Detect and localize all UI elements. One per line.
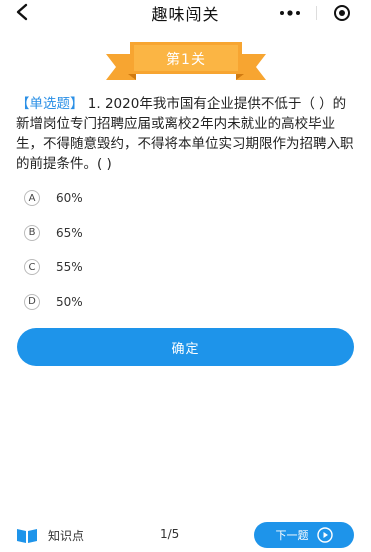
option-text: 65% — [56, 225, 83, 240]
close-program-button[interactable] — [325, 2, 359, 24]
option-a[interactable]: A 60% — [24, 181, 324, 216]
target-circle-icon — [334, 5, 350, 21]
option-list: A 60% B 65% C 55% D 50% — [24, 181, 324, 319]
knowledge-point-button[interactable]: 知识点 — [16, 527, 84, 544]
option-d[interactable]: D 50% — [24, 285, 324, 320]
question-type-tag: 【单选题】 — [16, 96, 84, 112]
capsule-divider — [315, 6, 317, 20]
option-c[interactable]: C 55% — [24, 250, 324, 285]
option-letter: D — [24, 293, 40, 310]
next-question-label: 下一题 — [275, 529, 309, 542]
option-text: 50% — [56, 294, 83, 309]
question-text: 【单选题】 1. 2020年我市国有企业提供不低于（ ）的新增岗位专门招聘应届或… — [16, 94, 356, 174]
confirm-button[interactable]: 确定 — [17, 328, 354, 366]
bottom-bar: 知识点 1/5 下一题 — [0, 518, 371, 552]
chevron-left-icon — [16, 3, 28, 21]
option-b[interactable]: B 65% — [24, 216, 324, 251]
play-circle-icon — [316, 527, 333, 543]
more-button[interactable] — [273, 2, 307, 24]
nav-bar: 趣味闯关 — [0, 0, 371, 26]
knowledge-point-label: 知识点 — [48, 529, 85, 543]
option-letter: B — [24, 224, 40, 241]
more-dots-icon — [280, 10, 300, 16]
level-label: 第1关 — [166, 52, 206, 68]
option-letter: C — [24, 259, 40, 276]
book-icon — [17, 528, 37, 543]
option-letter: A — [24, 190, 40, 207]
back-button[interactable] — [12, 2, 32, 22]
mini-program-capsule — [273, 2, 359, 24]
option-text: 60% — [56, 191, 83, 206]
next-question-button[interactable]: 下一题 — [254, 522, 354, 548]
option-text: 55% — [56, 260, 83, 275]
page-indicator: 1/5 — [160, 527, 180, 541]
page-title: 趣味闯关 — [151, 5, 220, 24]
level-banner: 第1关 — [106, 40, 266, 84]
